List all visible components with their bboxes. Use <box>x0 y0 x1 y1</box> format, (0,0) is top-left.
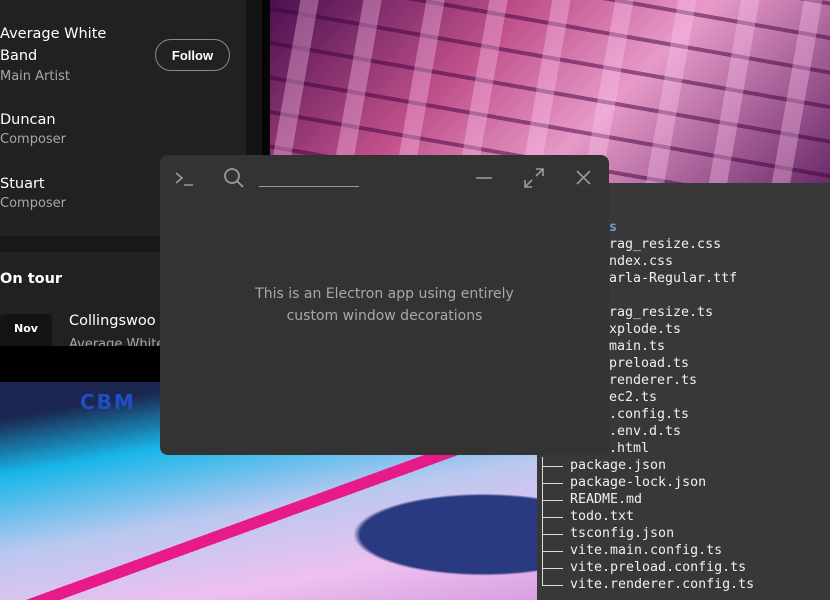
tree-file: arla-Regular.ttf <box>609 271 738 286</box>
follow-button[interactable]: Follow <box>155 39 230 71</box>
tree-file: tsconfig.json <box>570 526 675 541</box>
close-icon[interactable] <box>575 169 593 187</box>
tree-file: ec2.ts <box>609 390 658 405</box>
tree-file: .config.ts <box>609 407 690 422</box>
tree-file: .env.d.ts <box>609 424 682 439</box>
credit-item: Duncan Composer <box>0 109 66 147</box>
minimize-icon[interactable] <box>474 169 494 189</box>
tree-branch <box>542 457 563 474</box>
search-input[interactable] <box>259 171 359 187</box>
on-tour-heading: On tour <box>0 271 63 287</box>
tree-file: vite.preload.config.ts <box>570 560 747 575</box>
terminal-icon[interactable] <box>174 170 194 188</box>
tour-artist: Average White <box>69 337 165 346</box>
message-line: This is an Electron app using entirely <box>255 286 514 302</box>
credit-item: Stuart Composer <box>0 173 66 211</box>
tree-file: rag_resize.ts <box>609 305 714 320</box>
maximize-icon[interactable] <box>523 167 545 189</box>
tree-file: vite.main.config.ts <box>570 543 723 558</box>
tree-file: .html <box>609 441 650 456</box>
search-icon[interactable] <box>223 167 245 189</box>
cbm-logo: CBM <box>80 390 136 414</box>
credit-name[interactable]: Average White Band <box>0 23 130 67</box>
tree-branch <box>542 525 563 542</box>
tree-branch <box>542 474 563 491</box>
tree-file: vite.renderer.config.ts <box>570 577 755 592</box>
tour-month: Nov <box>14 322 38 335</box>
tree-branch <box>542 559 563 576</box>
tree-file: renderer.ts <box>609 373 698 388</box>
window-gap <box>0 346 160 382</box>
credit-name[interactable]: Stuart <box>0 173 66 195</box>
tour-venue[interactable]: Collingswoo <box>69 310 156 332</box>
tree-file: todo.txt <box>570 509 635 524</box>
tree-file: xplode.ts <box>609 322 682 337</box>
tour-date-card: Nov <box>0 314 52 346</box>
tree-file: rag_resize.css <box>609 237 722 252</box>
credit-role: Composer <box>0 196 67 211</box>
tree-file: package-lock.json <box>570 475 707 490</box>
tree-branch <box>542 491 563 508</box>
credit-item: Average White Band Main Artist <box>0 23 130 84</box>
tree-file: README.md <box>570 492 643 507</box>
message-line: custom window decorations <box>286 308 483 324</box>
tree-directory: s <box>609 220 618 235</box>
credit-name[interactable]: Duncan <box>0 109 66 131</box>
tree-branch <box>542 508 563 525</box>
window-message: This is an Electron app using entirely c… <box>160 283 609 327</box>
tree-branch <box>542 576 563 586</box>
tree-file: preload.ts <box>609 356 690 371</box>
tree-branch <box>542 542 563 559</box>
tree-file: package.json <box>570 458 667 473</box>
credit-role: Composer <box>0 132 67 147</box>
tree-file: main.ts <box>609 339 666 354</box>
tree-file: ndex.css <box>609 254 674 269</box>
electron-window: This is an Electron app using entirely c… <box>160 155 609 455</box>
credit-role: Main Artist <box>0 69 70 84</box>
